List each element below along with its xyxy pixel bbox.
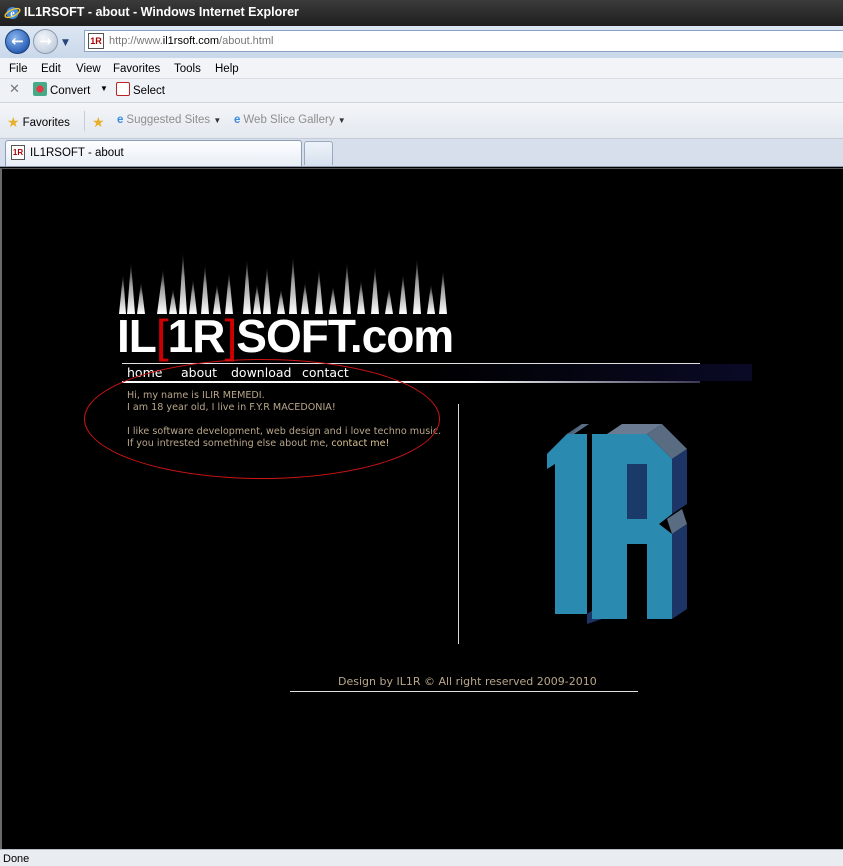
web-slice-dropdown-icon: ▼ — [337, 116, 346, 125]
back-arrow-icon: ← — [11, 32, 24, 50]
suggested-sites-label: Suggested Sites — [126, 114, 211, 126]
window-title: IL1RSOFT - about - Windows Internet Expl… — [24, 5, 299, 19]
page-viewport: IL[1R]SOFT.com home about download conta… — [0, 168, 843, 849]
url-text: http://www.il1rsoft.com/about.html — [109, 35, 274, 47]
convert-dropdown-icon[interactable]: ▼ — [100, 84, 108, 93]
forward-arrow-icon: → — [39, 32, 52, 50]
tab-favicon-icon: 1R — [11, 145, 25, 160]
favorites-bar: ★ Favorites ★ e Suggested Sites ▼ e Web Sli… — [0, 103, 843, 139]
web-slice-icon: e — [234, 114, 241, 126]
status-bar: Done — [0, 849, 843, 866]
internet-explorer-icon: e — [4, 7, 21, 20]
menu-view[interactable]: View — [76, 63, 101, 75]
close-toolbar-icon[interactable]: ✕ — [9, 82, 20, 97]
favorites-label: Favorites — [22, 117, 70, 129]
back-button[interactable]: ← — [5, 29, 30, 54]
tab-label: IL1RSOFT - about — [30, 147, 124, 159]
address-toolbar: ← → ▼ 1R http://www.il1rsoft.com/about.h… — [0, 26, 843, 58]
pdf-select-icon — [116, 82, 130, 96]
convert-label: Convert — [50, 85, 91, 97]
content-divider — [458, 404, 459, 644]
emblem-text: 1R — [537, 424, 539, 425]
menu-help[interactable]: Help — [215, 63, 239, 75]
tab-il1rsoft-about[interactable]: 1R IL1RSOFT - about — [5, 140, 302, 166]
1r-3d-emblem: 1R — [537, 424, 687, 624]
add-favorite-button[interactable]: ★ — [92, 114, 108, 131]
command-bar: ✕ Convert ▼ Select — [0, 79, 843, 103]
divider — [84, 111, 85, 131]
suggested-sites-dropdown-icon: ▼ — [213, 116, 222, 125]
menu-bar: File Edit View Favorites Tools Help — [0, 58, 843, 79]
annotation-ellipse — [84, 359, 440, 479]
suggested-sites-icon: e — [117, 114, 124, 126]
favorites-star-icon: ★ — [7, 114, 20, 130]
svg-text:e: e — [10, 9, 15, 20]
select-button[interactable]: Select — [116, 82, 165, 97]
menu-favorites[interactable]: Favorites — [113, 63, 160, 75]
menu-tools[interactable]: Tools — [174, 63, 201, 75]
web-slice-label: Web Slice Gallery — [243, 114, 335, 126]
favorites-button[interactable]: ★ Favorites — [7, 114, 70, 131]
tab-bar: 1R IL1RSOFT - about — [0, 139, 843, 167]
select-label: Select — [133, 85, 165, 97]
convert-button[interactable]: Convert — [33, 82, 90, 97]
footer-rule — [290, 691, 638, 692]
site-logo[interactable]: IL[1R]SOFT.com — [117, 244, 457, 362]
footer-copyright: Design by IL1R © All right reserved 2009… — [338, 675, 597, 688]
forward-button[interactable]: → — [33, 29, 58, 54]
menu-edit[interactable]: Edit — [41, 63, 61, 75]
pdf-convert-icon — [33, 82, 47, 96]
logo-text: IL[1R]SOFT.com — [117, 310, 454, 362]
nav-background-strip — [422, 364, 752, 381]
site-favicon-icon: 1R — [88, 33, 104, 49]
recent-pages-dropdown-icon[interactable]: ▼ — [62, 38, 69, 48]
status-text: Done — [3, 853, 30, 865]
address-input[interactable]: 1R http://www.il1rsoft.com/about.html — [84, 30, 843, 52]
suggested-sites-button[interactable]: e Suggested Sites ▼ — [117, 114, 221, 126]
menu-file[interactable]: File — [9, 63, 28, 75]
new-tab-button[interactable] — [304, 141, 333, 165]
window-title-bar: e IL1RSOFT - about - Windows Internet Ex… — [0, 0, 843, 26]
web-slice-gallery-button[interactable]: e Web Slice Gallery ▼ — [234, 114, 346, 126]
add-to-favorites-icon: ★ — [92, 114, 105, 130]
